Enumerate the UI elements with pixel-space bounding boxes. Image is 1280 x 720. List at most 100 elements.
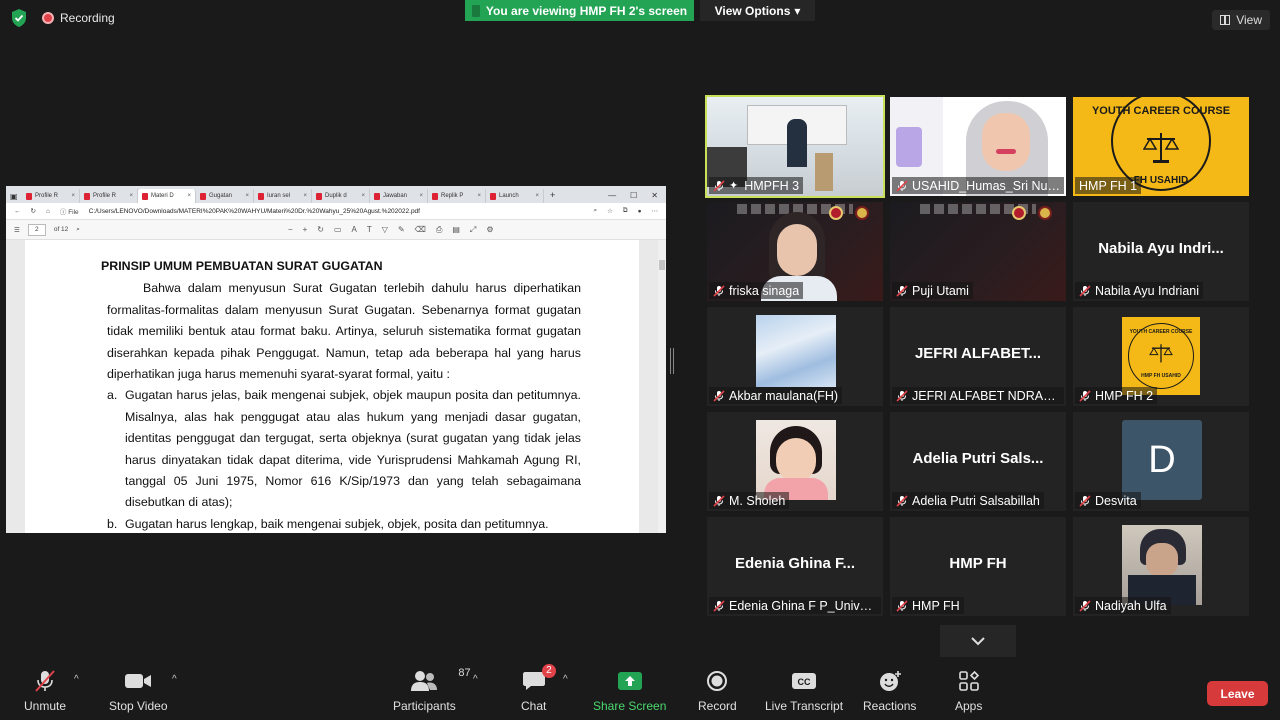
reload-icon[interactable]: ↻	[31, 207, 36, 215]
favorite-icon[interactable]: ☆	[607, 207, 613, 215]
shared-screen[interactable]: ▣ Profile R × Profile R × Materi D × Gugatan × I…	[6, 186, 666, 533]
print-icon[interactable]: ⎙	[436, 225, 442, 235]
participant-tile[interactable]: M. Sholeh	[707, 412, 883, 511]
browser-tab[interactable]: Profile R ×	[22, 189, 80, 203]
browser-tab[interactable]: Gugatan ×	[196, 189, 254, 203]
participant-tile[interactable]: USAHID_Humas_Sri Nursyamsiah	[890, 97, 1066, 196]
recording-indicator[interactable]: Recording	[42, 11, 115, 25]
maximize-icon[interactable]: ☐	[630, 191, 637, 200]
gallery-scroll-down-button[interactable]	[940, 625, 1016, 657]
participant-tile[interactable]: JEFRI ALFABET... JEFRI ALFABET NDRAHA	[890, 307, 1066, 406]
live-transcript-button[interactable]: CC Live Transcript	[765, 668, 843, 713]
stop-video-button[interactable]: Stop Video	[109, 668, 168, 713]
participant-display-name: Nabila Ayu Indri...	[1098, 240, 1224, 257]
pdf-file-icon	[26, 192, 32, 200]
close-tab-icon[interactable]: ×	[477, 193, 481, 199]
participants-options-caret-icon[interactable]: ^	[473, 674, 478, 685]
close-tab-icon[interactable]: ×	[245, 193, 249, 199]
zoom-icon[interactable]: ⌕	[593, 207, 597, 215]
draw-icon[interactable]: ✎	[398, 225, 405, 235]
fit-page-icon[interactable]: ▭	[334, 225, 342, 235]
participant-tile[interactable]: HMP FH HMP FH	[890, 517, 1066, 616]
participant-tile[interactable]: Nabila Ayu Indri... Nabila Ayu Indriani	[1073, 202, 1249, 301]
participant-tile[interactable]: Edenia Ghina F... Edenia Ghina F P_Univer…	[707, 517, 883, 616]
participants-count: 87	[458, 667, 471, 679]
pdf-file-icon	[432, 192, 438, 200]
view-button[interactable]: View	[1212, 10, 1270, 30]
close-tab-icon[interactable]: ×	[361, 193, 365, 199]
leave-button[interactable]: Leave	[1207, 681, 1268, 706]
text-icon[interactable]: T	[367, 225, 372, 235]
pdf-scrollbar[interactable]	[658, 240, 666, 533]
audio-options-caret-icon[interactable]: ^	[74, 674, 79, 685]
close-icon[interactable]: ✕	[651, 191, 658, 200]
browser-tab[interactable]: Jawaban ×	[370, 189, 428, 203]
file-info-icon[interactable]: ⓘ File	[60, 206, 79, 216]
chat-options-caret-icon[interactable]: ^	[563, 674, 568, 685]
scrollbar-thumb[interactable]	[659, 260, 665, 270]
participant-tile[interactable]: Akbar maulana(FH)	[707, 307, 883, 406]
participant-tile[interactable]: Adelia Putri Sals... Adelia Putri Salsabi…	[890, 412, 1066, 511]
erase-icon[interactable]: ⌫	[415, 225, 426, 235]
close-tab-icon[interactable]: ×	[419, 193, 423, 199]
participant-name-label: Edenia Ghina F P_Universitas Sahid	[709, 597, 881, 614]
share-screen-button[interactable]: Share Screen	[593, 668, 666, 713]
more-icon[interactable]: ⋯	[652, 207, 667, 215]
split-view-handle[interactable]	[670, 348, 674, 374]
logo-title: YOUTH CAREER COURSE	[1129, 329, 1193, 335]
minimize-icon[interactable]: —	[608, 191, 616, 200]
browser-tab[interactable]: Replik P ×	[428, 189, 486, 203]
video-options-caret-icon[interactable]: ^	[172, 674, 177, 685]
pdf-viewer-area[interactable]: PRINSIP UMUM PEMBUATAN SURAT GUGATAN Bah…	[6, 240, 666, 533]
participant-tile[interactable]: YOUTH CAREER COURSE HMP FH USAHID HMP FH 2	[1073, 307, 1249, 406]
close-tab-icon[interactable]: ×	[303, 193, 307, 199]
zoom-out-icon[interactable]: −	[288, 225, 293, 235]
close-tab-icon[interactable]: ×	[535, 193, 539, 199]
zoom-in-icon[interactable]: +	[303, 225, 308, 235]
search-icon[interactable]: ⌕	[76, 226, 80, 234]
participant-tile[interactable]: friska sinaga	[707, 202, 883, 301]
url-field[interactable]: C:/Users/LENOVO/Downloads/MATERI%20PAK%2…	[89, 208, 420, 215]
reactions-button[interactable]: Reactions	[863, 668, 916, 713]
participant-tile[interactable]: ✦ HMPFH 3	[705, 95, 885, 198]
browser-tab[interactable]: Duplik d ×	[312, 189, 370, 203]
browser-tab[interactable]: Materi D ×	[138, 189, 196, 203]
participant-tile[interactable]: Nadiyah Ulfa	[1073, 517, 1249, 616]
browser-tab-label: Materi D	[151, 193, 174, 199]
profile-icon[interactable]: ●	[638, 208, 642, 215]
close-tab-icon[interactable]: ×	[71, 193, 75, 199]
avatar: D	[1122, 420, 1202, 500]
participants-label: Participants	[393, 699, 456, 713]
record-label: Record	[698, 699, 737, 713]
read-aloud-icon[interactable]: A	[352, 225, 357, 235]
close-tab-icon[interactable]: ×	[187, 193, 191, 199]
fullscreen-icon[interactable]: ⤢	[470, 225, 476, 235]
home-icon[interactable]: ⌂	[46, 208, 50, 215]
page-number-input[interactable]: 2	[27, 223, 46, 236]
view-options-button[interactable]: View Options ▾	[700, 0, 815, 21]
browser-tab-label: Jawaban	[383, 193, 408, 199]
unmute-button[interactable]: Unmute	[24, 668, 66, 713]
participant-tile[interactable]: YOUTH CAREER COURSE FH USAHID HMP FH 1	[1073, 97, 1249, 196]
save-icon[interactable]: ▤	[452, 225, 460, 235]
close-tab-icon[interactable]: ×	[129, 193, 133, 199]
contents-icon[interactable]: ☰	[14, 226, 20, 234]
browser-tab[interactable]: Iuran sel ×	[254, 189, 312, 203]
chat-button[interactable]: 2 Chat	[521, 664, 556, 713]
view-options-label: View Options	[714, 3, 791, 18]
record-button[interactable]: Record	[698, 668, 737, 713]
new-tab-icon[interactable]: +	[544, 190, 561, 203]
tab-actions-icon[interactable]: ▣	[10, 189, 22, 203]
browser-tab[interactable]: Profile R ×	[80, 189, 138, 203]
collections-icon[interactable]: ⧉	[623, 207, 628, 215]
shield-icon[interactable]	[10, 8, 28, 28]
participants-button[interactable]: 87 Participants	[393, 667, 471, 713]
browser-tab[interactable]: Launch ×	[486, 189, 544, 203]
settings-icon[interactable]: ⚙	[486, 225, 493, 235]
rotate-icon[interactable]: ↻	[317, 225, 324, 235]
highlight-icon[interactable]: ▽	[382, 225, 388, 235]
participant-tile[interactable]: Puji Utami	[890, 202, 1066, 301]
back-icon[interactable]: ←	[14, 208, 21, 215]
participant-tile[interactable]: D Desvita	[1073, 412, 1249, 511]
apps-button[interactable]: Apps	[955, 668, 982, 713]
